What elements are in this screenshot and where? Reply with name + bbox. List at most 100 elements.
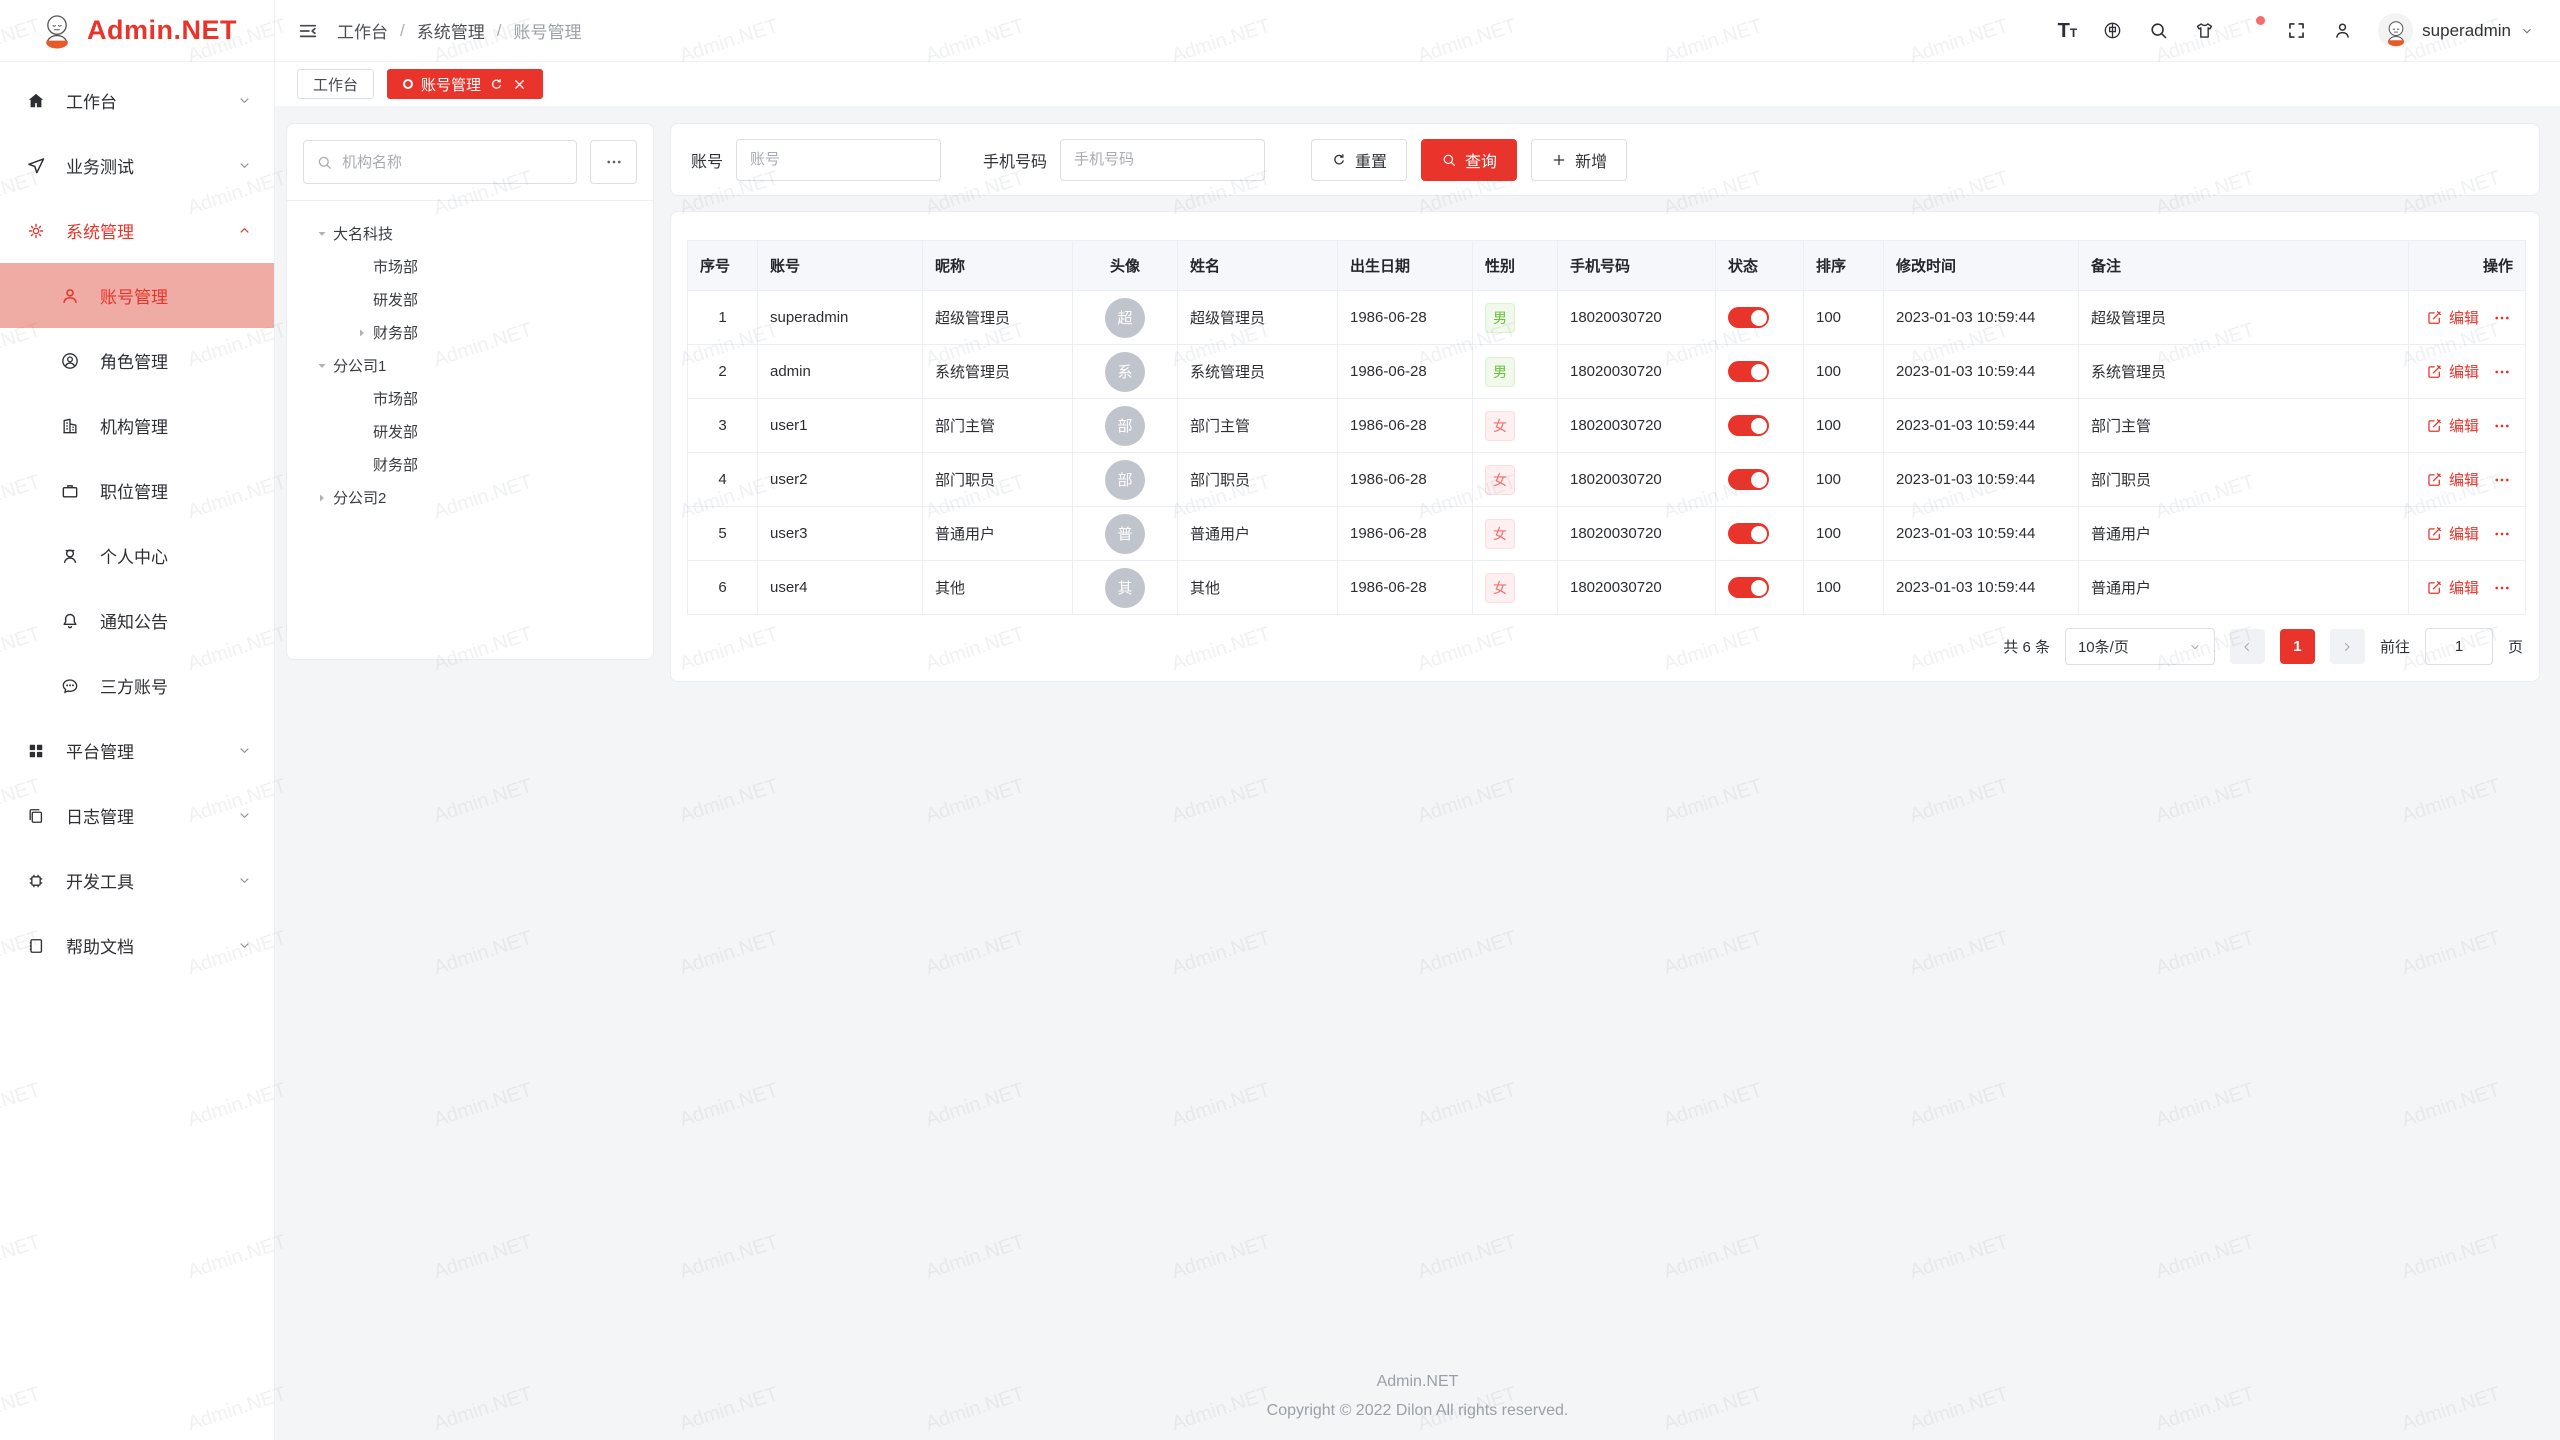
tab-close-icon[interactable]: [512, 77, 527, 92]
tree-node-4[interactable]: 分公司1: [303, 349, 637, 382]
add-button[interactable]: 新增: [1531, 139, 1627, 181]
tree-node-5[interactable]: 市场部: [303, 382, 637, 415]
gender-tag: 女: [1485, 465, 1515, 495]
breadcrumb-item-2[interactable]: 账号管理: [513, 18, 581, 43]
caret-open-icon[interactable]: [311, 228, 333, 240]
edit-button[interactable]: 编辑: [2426, 361, 2479, 382]
row-more-button[interactable]: [2493, 525, 2511, 543]
tree-node-0[interactable]: 大名科技: [303, 217, 637, 250]
tab-0[interactable]: 工作台: [297, 69, 374, 99]
sidebar-item-8[interactable]: 通知公告: [0, 588, 274, 653]
edit-button[interactable]: 编辑: [2426, 577, 2479, 598]
fullscreen-icon[interactable]: [2286, 20, 2307, 41]
theme-shirt-icon[interactable]: [2194, 20, 2215, 41]
sidebar-item-3[interactable]: 账号管理: [0, 263, 274, 328]
query-button[interactable]: 查询: [1421, 139, 1517, 181]
tree-node-8[interactable]: 分公司2: [303, 481, 637, 514]
status-toggle[interactable]: [1728, 523, 1769, 544]
sidebar-item-0[interactable]: 工作台: [0, 68, 274, 133]
tree-node-3[interactable]: 财务部: [303, 316, 637, 349]
cell-remark: 部门职员: [2079, 453, 2409, 507]
breadcrumb-item-1[interactable]: 系统管理: [417, 18, 485, 43]
cell-nickname: 部门主管: [923, 399, 1073, 453]
prev-page-button[interactable]: [2230, 629, 2265, 664]
sidebar-item-4[interactable]: 角色管理: [0, 328, 274, 393]
status-toggle[interactable]: [1728, 415, 1769, 436]
search-icon[interactable]: [2148, 20, 2169, 41]
org-more-button[interactable]: [590, 140, 637, 184]
sidebar-item-10[interactable]: 平台管理: [0, 718, 274, 783]
avatar: 系: [1105, 352, 1145, 392]
cell-birth: 1986-06-28: [1338, 345, 1473, 399]
cell-order: 100: [1804, 453, 1884, 507]
edit-button[interactable]: 编辑: [2426, 307, 2479, 328]
sidebar-item-9[interactable]: 三方账号: [0, 653, 274, 718]
cell-avatar: 普: [1073, 507, 1178, 561]
tree-node-6[interactable]: 研发部: [303, 415, 637, 448]
tree-node-2[interactable]: 研发部: [303, 283, 637, 316]
sidebar-item-11[interactable]: 日志管理: [0, 783, 274, 848]
tree-node-1[interactable]: 市场部: [303, 250, 637, 283]
status-toggle[interactable]: [1728, 361, 1769, 382]
tree-node-label: 分公司2: [333, 487, 386, 508]
page-size-select[interactable]: 10条/页: [2065, 628, 2215, 665]
breadcrumb-item-0[interactable]: 工作台: [337, 18, 388, 43]
refresh-icon: [1331, 152, 1347, 168]
font-size-icon[interactable]: TT: [2058, 21, 2078, 41]
chevron-down-icon: [2188, 640, 2202, 654]
cell-ops: 编辑: [2409, 291, 2526, 345]
reset-button[interactable]: 重置: [1311, 139, 1407, 181]
main-area: 工作台/系统管理/账号管理 TTsuperadmin 工作台账号管理 大名科技市…: [275, 0, 2560, 1440]
ellipsis-icon: [605, 153, 623, 171]
edit-button[interactable]: 编辑: [2426, 415, 2479, 436]
cell-index: 5: [688, 507, 758, 561]
logo[interactable]: Admin.NET: [0, 0, 274, 62]
row-more-button[interactable]: [2493, 579, 2511, 597]
row-more-button[interactable]: [2493, 417, 2511, 435]
sidebar-item-1[interactable]: 业务测试: [0, 133, 274, 198]
user-menu[interactable]: superadmin: [2378, 13, 2534, 48]
caret-closed-icon[interactable]: [351, 327, 373, 339]
cell-ops: 编辑: [2409, 345, 2526, 399]
cell-gender: 女: [1473, 399, 1558, 453]
logo-text: Admin.NET: [87, 15, 237, 46]
status-toggle[interactable]: [1728, 469, 1769, 490]
row-more-button[interactable]: [2493, 471, 2511, 489]
status-toggle[interactable]: [1728, 307, 1769, 328]
next-page-button[interactable]: [2330, 629, 2365, 664]
gear-icon: [26, 221, 46, 241]
status-toggle[interactable]: [1728, 577, 1769, 598]
column-header-10: 修改时间: [1884, 241, 2079, 291]
row-more-button[interactable]: [2493, 363, 2511, 381]
chevron-down-icon: [2520, 24, 2534, 38]
sidebar-item-5[interactable]: 机构管理: [0, 393, 274, 458]
sidebar-item-7[interactable]: 个人中心: [0, 523, 274, 588]
notification-bell-icon[interactable]: [2240, 20, 2261, 41]
edit-button[interactable]: 编辑: [2426, 469, 2479, 490]
row-more-button[interactable]: [2493, 309, 2511, 327]
sidebar-item-13[interactable]: 帮助文档: [0, 913, 274, 978]
goto-page-input[interactable]: [2425, 628, 2493, 665]
page-1-button[interactable]: 1: [2280, 629, 2315, 664]
sidebar-item-6[interactable]: 职位管理: [0, 458, 274, 523]
user-outline-icon[interactable]: [2332, 20, 2353, 41]
chevron-down-icon: [237, 938, 252, 953]
caret-placeholder: [351, 261, 373, 273]
phone-input[interactable]: [1060, 139, 1265, 181]
caret-open-icon[interactable]: [311, 360, 333, 372]
caret-closed-icon[interactable]: [311, 492, 333, 504]
sidebar-item-label: 账号管理: [100, 283, 252, 308]
table-row-4: 5user3普通用户普普通用户1986-06-28女18020030720100…: [688, 507, 2526, 561]
account-input[interactable]: [736, 139, 941, 181]
tab-bar: 工作台账号管理: [275, 62, 2560, 106]
org-search-box: [303, 140, 577, 184]
sidebar-item-12[interactable]: 开发工具: [0, 848, 274, 913]
tree-node-7[interactable]: 财务部: [303, 448, 637, 481]
sidebar-item-2[interactable]: 系统管理: [0, 198, 274, 263]
org-search-input[interactable]: [342, 154, 564, 171]
tab-1[interactable]: 账号管理: [387, 69, 543, 99]
tab-refresh-icon[interactable]: [489, 77, 504, 92]
menu-collapse-icon[interactable]: [297, 20, 319, 42]
edit-button[interactable]: 编辑: [2426, 523, 2479, 544]
language-icon[interactable]: [2102, 20, 2123, 41]
